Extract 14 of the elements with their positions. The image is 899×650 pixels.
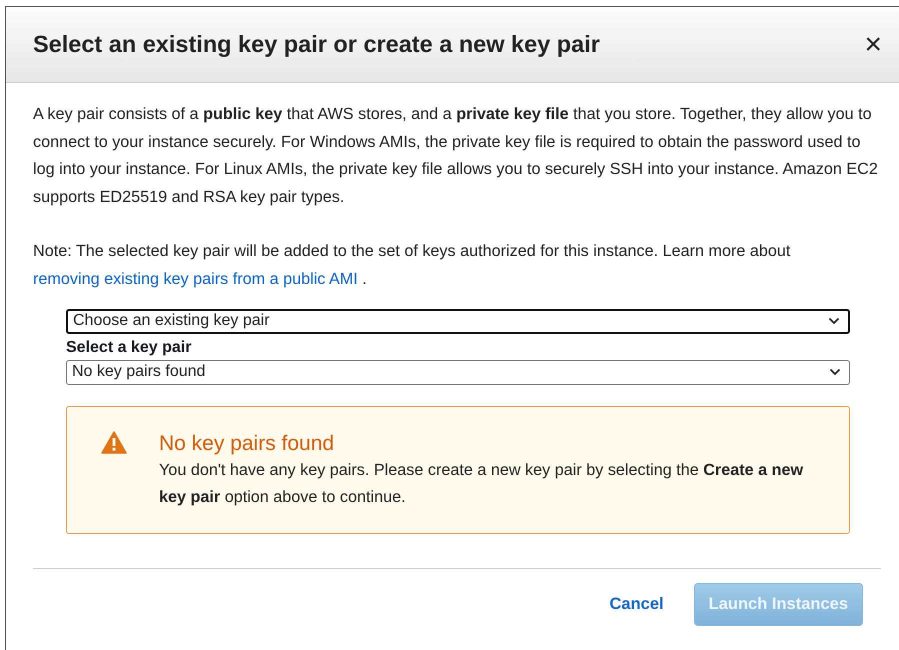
- note-text: Note: The selected key pair will be added to the set of keys authorized for this instance. Learn more about removing existing key pairs from a public AMI .: [33, 241, 792, 290]
- chevron-down-icon: [828, 317, 840, 326]
- chevron-down-icon: [829, 368, 841, 376]
- dialog-title: Select an existing key pair or create a new key pair: [33, 31, 600, 58]
- cancel-button[interactable]: Cancel: [604, 594, 670, 615]
- alert-title: No key pairs found: [159, 430, 336, 457]
- field-label: Select a key pair: [66, 338, 192, 357]
- description-text: A key pair consists of a public key that AWS stores, and a private key file that you store. Together, they allow you to connect to your instance securely. For Windows AMIs, the private key file is required to obtain the password used to log into your instance. For Linux AMIs, the private key file allows you to securely SSH into your instance. Amazon EC2 supports ED25519 and RSA key pair types.: [33, 104, 879, 208]
- close-button[interactable]: ×: [858, 28, 888, 62]
- key-pair-mode-dropdown[interactable]: Choose an existing key pair: [66, 308, 850, 334]
- key-pair-dropdown[interactable]: No key pairs found: [66, 360, 850, 385]
- learn-more-link[interactable]: removing existing key pairs from a public AMI: [33, 270, 358, 288]
- alert-message: You don't have any key pairs. Please create a new key pair by selecting the Create a new key pair option above to continue.: [159, 460, 804, 508]
- warning-icon: [101, 430, 127, 454]
